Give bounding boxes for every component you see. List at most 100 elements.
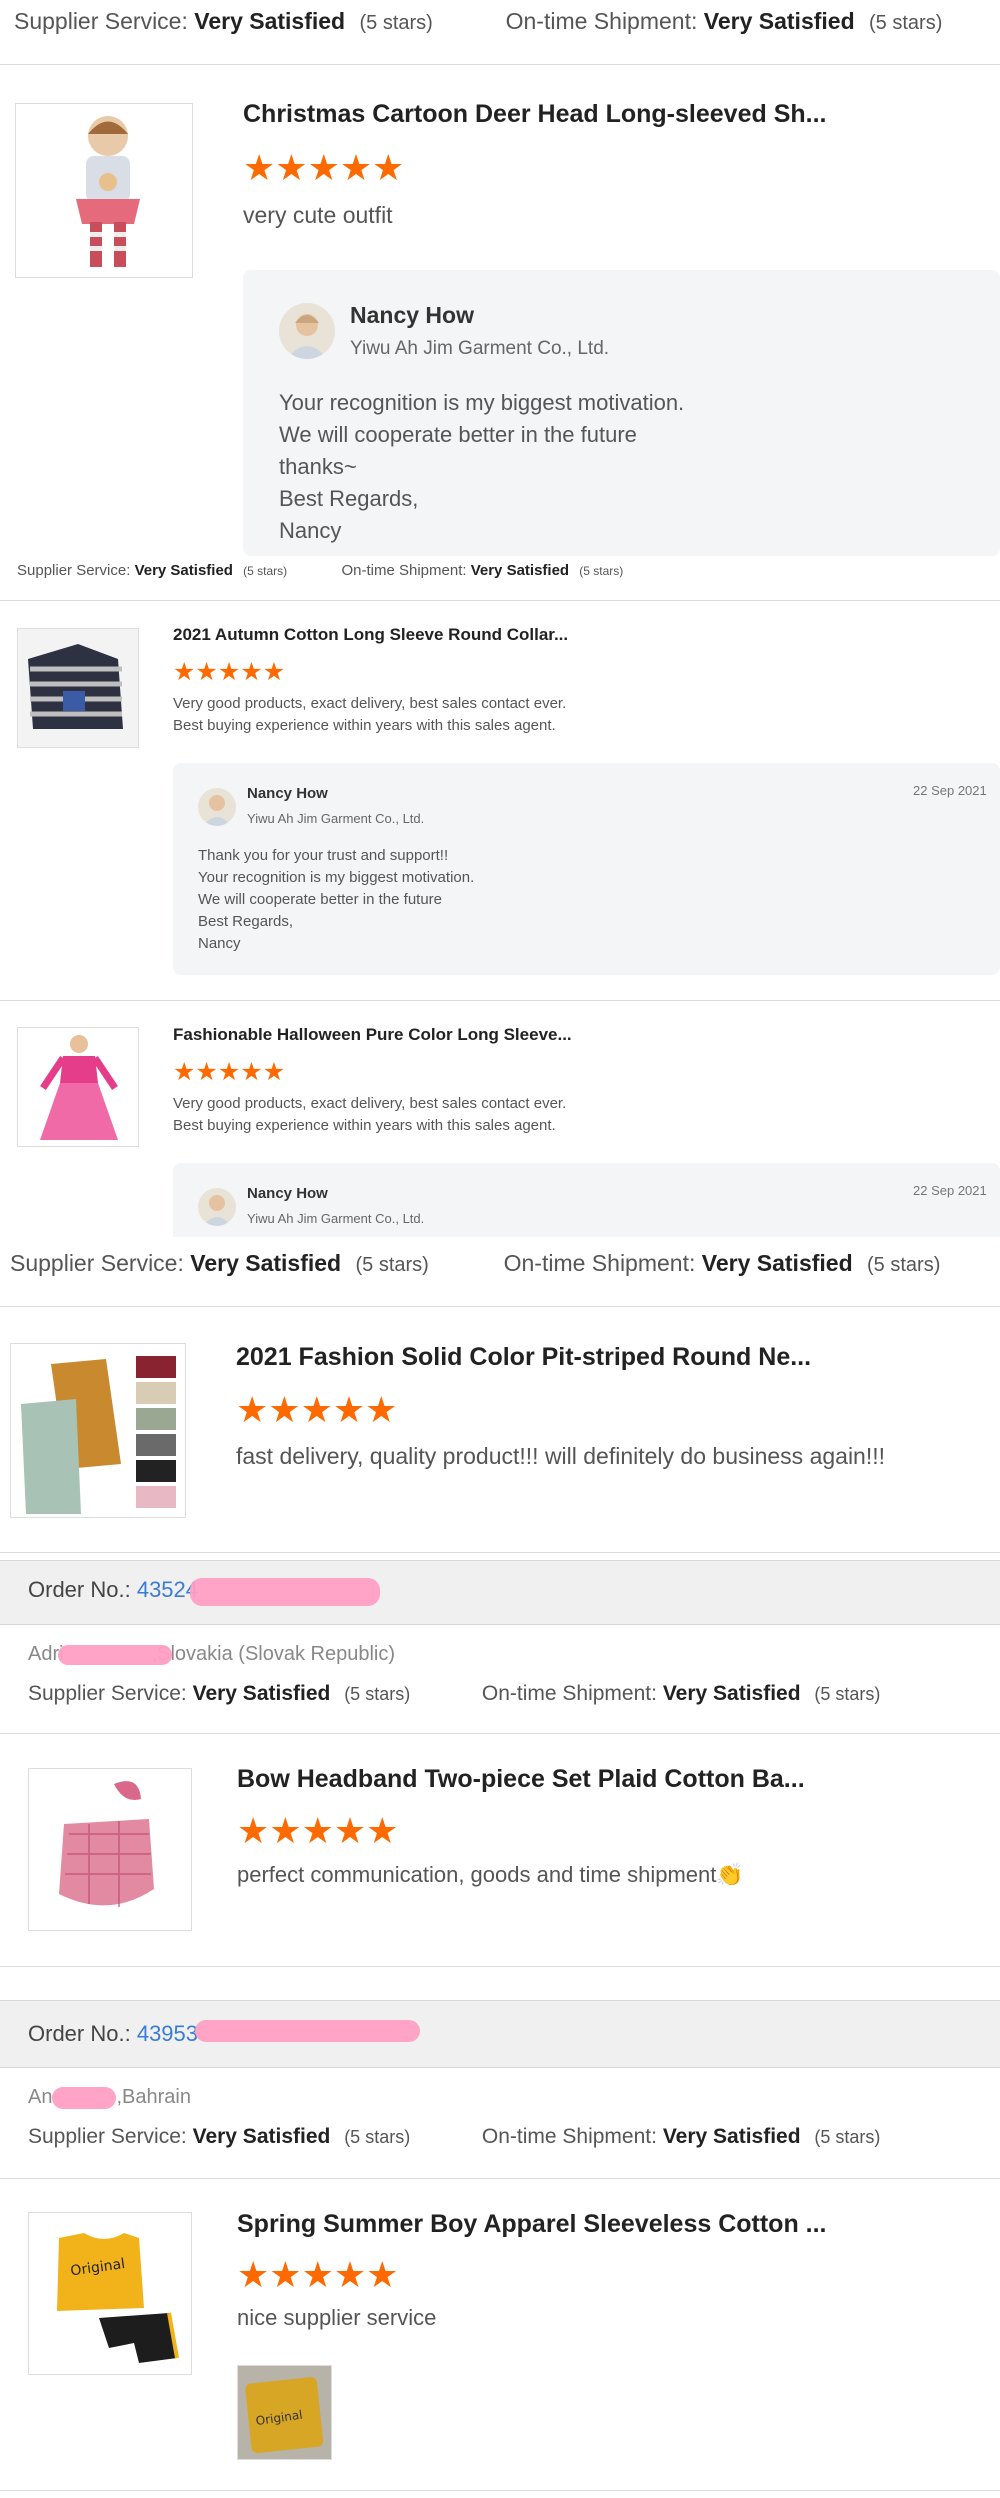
divider — [0, 600, 1000, 601]
star-icon: ★ — [217, 658, 241, 686]
star-icon: ★ — [217, 1058, 241, 1086]
redaction-mark — [58, 1645, 172, 1665]
star-icon: ★ — [236, 1389, 269, 1430]
reply-date: 22 Sep 2021 — [913, 783, 987, 798]
supplier-service-stars: (5 stars) — [359, 12, 433, 34]
order-number-label: Order No.: — [28, 2021, 131, 2046]
ontime-shipment-stars: (5 stars) — [867, 1254, 941, 1276]
supplier-service-stars: (5 stars) — [243, 564, 288, 578]
divider — [0, 2178, 1000, 2179]
supplier-service-value: Very Satisfied — [192, 2125, 331, 2148]
divider — [0, 1000, 1000, 1001]
reply-line: Thank you for your trust and support!! — [198, 847, 449, 864]
buyer-name: An — [28, 2086, 53, 2108]
supplier-service-value: Very Satisfied — [190, 1250, 342, 1276]
supplier-service-value: Very Satisfied — [194, 8, 346, 34]
reply-line: Your recognition is my biggest motivatio… — [279, 390, 685, 415]
ontime-shipment-stars: (5 stars) — [869, 12, 943, 34]
ontime-shipment-value: Very Satisfied — [662, 2125, 801, 2148]
product-image[interactable] — [17, 1027, 139, 1147]
review-text: Best buying experience within years with… — [173, 1117, 556, 1134]
avatar — [198, 788, 236, 826]
divider — [0, 2490, 1000, 2491]
star-icon: ★ — [372, 147, 405, 188]
divider — [0, 64, 1000, 65]
reply-line: Best Regards, — [279, 486, 419, 511]
star-rating: ★ ★ ★ ★ ★ — [237, 1813, 398, 1849]
reply-line: We will cooperate better in the future — [198, 891, 443, 908]
star-icon: ★ — [365, 1389, 398, 1430]
product-image[interactable]: Original — [28, 2212, 192, 2375]
reply-name: Nancy How — [247, 785, 328, 802]
avatar — [198, 1188, 236, 1226]
star-icon: ★ — [307, 147, 340, 188]
rating-summary: Supplier Service: Very Satisfied (5 star… — [14, 8, 942, 35]
star-rating: ★ ★ ★ ★ ★ — [237, 2257, 398, 2293]
ontime-shipment-stars: (5 stars) — [814, 1684, 881, 1704]
rating-summary: Supplier Service: Very Satisfied (5 star… — [10, 1250, 940, 1277]
star-rating: ★ ★ ★ ★ ★ — [236, 1392, 397, 1428]
reply-company: Yiwu Ah Jim Garment Co., Ltd. — [350, 338, 610, 359]
star-rating: ★ ★ ★ ★ ★ — [173, 1060, 285, 1085]
product-title[interactable]: 2021 Autumn Cotton Long Sleeve Round Col… — [173, 625, 568, 645]
star-icon: ★ — [195, 1058, 218, 1086]
star-icon: ★ — [173, 1058, 196, 1086]
product-title[interactable]: Christmas Cartoon Deer Head Long-sleeved… — [243, 100, 826, 129]
star-icon: ★ — [195, 658, 218, 686]
star-icon: ★ — [301, 2254, 334, 2295]
reply-line: Nancy — [279, 518, 342, 543]
divider — [0, 1552, 1000, 1553]
order-number-label: Order No.: — [28, 1577, 131, 1602]
reply-line: thanks~ — [279, 454, 357, 479]
star-icon: ★ — [301, 1810, 334, 1851]
product-title[interactable]: Fashionable Halloween Pure Color Long Sl… — [173, 1025, 572, 1045]
review-text: Best buying experience within years with… — [173, 717, 556, 734]
product-title[interactable]: 2021 Fashion Solid Color Pit-striped Rou… — [236, 1343, 811, 1372]
reply-line: Best Regards, — [198, 913, 294, 930]
redaction-mark — [190, 1578, 380, 1606]
supplier-service-label: Supplier Service: — [17, 562, 131, 579]
rating-summary: Supplier Service: Very Satisfied (5 star… — [17, 562, 623, 579]
star-rating: ★ ★ ★ ★ ★ — [243, 150, 404, 186]
product-image[interactable] — [17, 628, 139, 748]
review-photo[interactable]: Original — [237, 2365, 332, 2460]
star-icon: ★ — [366, 2254, 399, 2295]
supplier-service-label: Supplier Service: — [28, 2125, 187, 2148]
ontime-shipment-stars: (5 stars) — [579, 564, 624, 578]
rating-summary: Supplier Service: Very Satisfied (5 star… — [28, 1682, 880, 1706]
star-icon: ★ — [268, 1389, 301, 1430]
star-icon: ★ — [243, 147, 276, 188]
divider — [0, 1306, 1000, 1307]
star-icon: ★ — [332, 1389, 366, 1430]
product-title[interactable]: Spring Summer Boy Apparel Sleeveless Cot… — [237, 2210, 827, 2239]
ontime-shipment-label: On-time Shipment: — [481, 2125, 657, 2148]
ontime-shipment-label: On-time Shipment: — [505, 8, 698, 34]
star-icon: ★ — [237, 1810, 270, 1851]
seller-reply: Nancy How Yiwu Ah Jim Garment Co., Ltd. … — [243, 270, 1000, 556]
order-number-link[interactable]: 43524 — [137, 1577, 198, 1602]
order-number-link[interactable]: 43953 — [137, 2021, 198, 2046]
star-icon: ★ — [262, 658, 286, 686]
order-number: Order No.: 43524 — [28, 1577, 198, 1603]
reply-company: Yiwu Ah Jim Garment Co., Ltd. — [247, 811, 425, 826]
product-image[interactable] — [10, 1343, 186, 1518]
ontime-shipment-stars: (5 stars) — [814, 2127, 881, 2147]
seller-reply: Nancy How Yiwu Ah Jim Garment Co., Ltd. … — [173, 1163, 1000, 1237]
ontime-shipment-value: Very Satisfied — [662, 1682, 801, 1705]
review-text: Very good products, exact delivery, best… — [173, 695, 567, 712]
ontime-shipment-label: On-time Shipment: — [481, 1682, 657, 1705]
reply-name: Nancy How — [247, 1185, 328, 1202]
redaction-mark — [52, 2087, 116, 2109]
divider — [0, 1966, 1000, 1967]
star-icon: ★ — [240, 1058, 263, 1086]
product-image[interactable] — [28, 1768, 192, 1931]
star-rating: ★ ★ ★ ★ ★ — [173, 660, 285, 685]
product-title[interactable]: Bow Headband Two-piece Set Plaid Cotton … — [237, 1765, 805, 1794]
star-icon: ★ — [275, 147, 308, 188]
star-icon: ★ — [366, 1810, 399, 1851]
star-icon: ★ — [300, 1389, 333, 1430]
product-image[interactable] — [15, 103, 193, 278]
avatar — [279, 303, 335, 359]
reply-line: Nancy — [198, 935, 241, 952]
supplier-service-value: Very Satisfied — [192, 1682, 331, 1705]
